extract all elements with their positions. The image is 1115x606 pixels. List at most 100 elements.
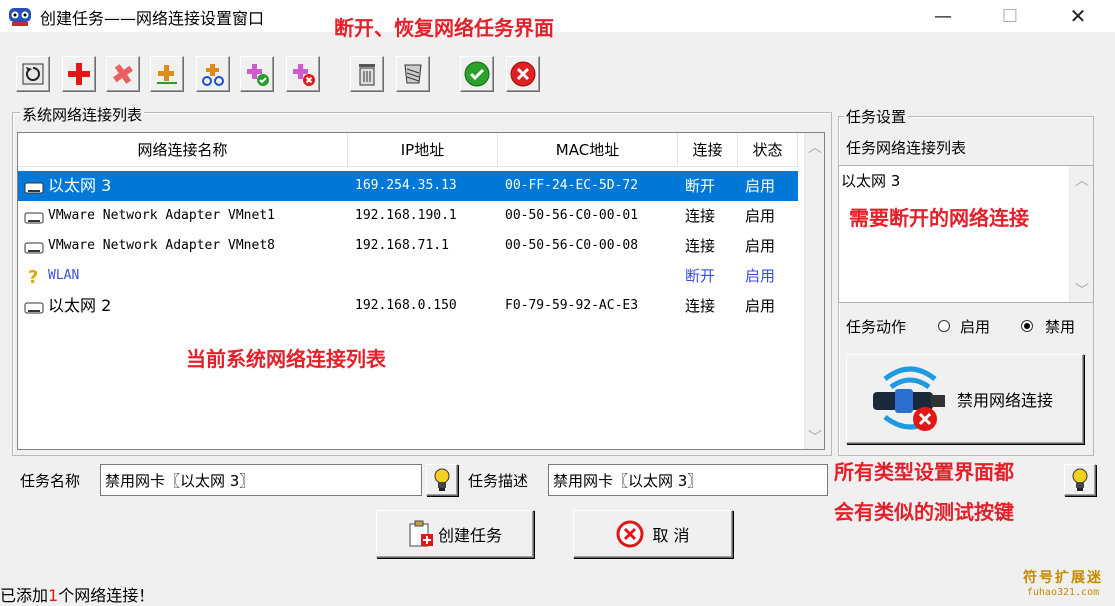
test-desc-button[interactable]	[1064, 464, 1096, 496]
task-desc-input[interactable]: 禁用网卡〖以太网 3〗	[548, 464, 828, 496]
refresh-button[interactable]	[16, 56, 50, 92]
column-header-connection[interactable]: 连接	[678, 133, 738, 167]
plus-cross-icon	[293, 64, 315, 86]
delete-button[interactable]	[350, 56, 384, 92]
disable-network-icon	[873, 366, 945, 431]
system-list-group-label: 系统网络连接列表	[20, 104, 145, 125]
task-list-label: 任务网络连接列表	[846, 139, 967, 157]
plus-icon	[68, 63, 90, 85]
column-header-ip[interactable]: IP地址	[348, 133, 498, 167]
annotation-top: 断开、恢复网络任务界面	[334, 16, 554, 40]
annotation-bottom-line1: 所有类型设置界面都	[834, 460, 1014, 484]
annotation-bottom-line2: 会有类似的测试按键	[834, 500, 1014, 524]
table-row[interactable]: ? WLAN 断开 启用	[18, 261, 798, 291]
maximize-button[interactable]: ☐	[987, 0, 1033, 32]
row-ip: 169.254.35.13	[355, 178, 457, 193]
task-name-input[interactable]: 禁用网卡〖以太网 3〗	[100, 464, 422, 496]
column-header-status[interactable]: 状态	[738, 133, 798, 167]
confirm-button[interactable]	[460, 56, 494, 92]
cancel-toolbar-button[interactable]	[506, 56, 540, 92]
plus-hatched-icon	[113, 64, 133, 84]
list-scrollbar[interactable]: ︿ ﹀	[804, 133, 824, 449]
add-enable-button[interactable]	[240, 56, 274, 92]
add-disable-button[interactable]	[286, 56, 320, 92]
ethernet-icon	[24, 231, 44, 261]
add-network-button[interactable]	[196, 56, 230, 92]
add-alt-button[interactable]	[106, 56, 140, 92]
list-item[interactable]: 以太网 3	[841, 170, 900, 191]
row-name: VMware Network Adapter VMnet1	[48, 208, 275, 223]
create-task-label: 创建任务	[437, 526, 502, 545]
row-name: 以太网 3	[48, 176, 112, 195]
status-prefix: 已添加	[0, 586, 49, 605]
scroll-down-icon[interactable]: ﹀	[805, 427, 824, 447]
add-button[interactable]	[62, 56, 96, 92]
row-status: 启用	[745, 237, 776, 255]
network-globe-icon	[8, 5, 32, 27]
radio-disable-label[interactable]: 禁用	[1045, 316, 1075, 337]
row-connection: 断开	[685, 267, 716, 285]
row-ip: 192.168.71.1	[355, 238, 449, 253]
cancel-button[interactable]: 取 消	[573, 510, 733, 558]
row-name: 以太网 2	[48, 296, 112, 315]
task-list-scrollbar[interactable]: ︿ ﹀	[1069, 166, 1093, 302]
broom-icon	[404, 64, 422, 84]
clear-button[interactable]	[396, 56, 430, 92]
window-title: 创建任务——网络连接设置窗口	[40, 9, 265, 28]
table-row[interactable]: VMware Network Adapter VMnet8 192.168.71…	[18, 231, 798, 261]
column-header-name[interactable]: 网络连接名称	[18, 133, 348, 167]
create-task-button[interactable]: 创建任务	[376, 510, 534, 558]
scroll-down-icon[interactable]: ﹀	[1070, 280, 1093, 300]
watermark-url: fuhao321.com	[1026, 587, 1100, 598]
add-small-button[interactable]	[150, 56, 184, 92]
network-add-icon	[202, 64, 224, 86]
annotation-right: 需要断开的网络连接	[849, 206, 1029, 230]
check-circle-icon	[464, 61, 490, 87]
plus-small-icon	[157, 65, 177, 84]
radio-enable-label[interactable]: 启用	[960, 316, 990, 337]
task-settings-group-label: 任务设置	[844, 106, 909, 127]
column-header-mac[interactable]: MAC地址	[498, 133, 678, 167]
disable-network-button-label: 禁用网络连接	[957, 391, 1054, 410]
disable-network-button[interactable]: 禁用网络连接	[846, 354, 1084, 444]
row-connection: 连接	[685, 207, 716, 225]
row-mac: F0-79-59-92-AC-E3	[505, 298, 639, 313]
radio-enable[interactable]	[938, 320, 950, 332]
wireless-question-icon: ?	[26, 261, 42, 291]
scroll-up-icon[interactable]: ︿	[805, 137, 824, 157]
task-action-label: 任务动作	[846, 318, 907, 336]
plus-check-icon	[247, 64, 269, 86]
row-ip: 192.168.0.150	[355, 298, 457, 313]
cross-circle-icon	[510, 61, 536, 87]
table-row[interactable]: VMware Network Adapter VMnet1 192.168.19…	[18, 201, 798, 231]
network-list-view[interactable]: 网络连接名称 IP地址 MAC地址 连接 状态 以太网 3 169.254.35…	[17, 132, 825, 450]
ethernet-icon	[24, 171, 44, 201]
task-network-list[interactable]: 以太网 3 需要断开的网络连接 ︿ ﹀	[838, 165, 1094, 303]
refresh-icon	[22, 63, 44, 85]
row-status: 启用	[745, 297, 776, 315]
row-name: VMware Network Adapter VMnet8	[48, 238, 275, 253]
watermark-title: 符号扩展迷	[1023, 570, 1103, 586]
table-row[interactable]: 以太网 2 192.168.0.150 F0-79-59-92-AC-E3 连接…	[18, 291, 798, 321]
lightbulb-icon	[1072, 468, 1088, 491]
row-connection: 断开	[685, 177, 716, 195]
ethernet-icon	[24, 201, 44, 231]
row-connection: 连接	[685, 297, 716, 315]
close-button[interactable]: ✕	[1055, 0, 1101, 32]
status-count: 1	[48, 586, 59, 605]
row-status: 启用	[745, 207, 776, 225]
test-name-button[interactable]	[426, 464, 458, 496]
row-mac: 00-FF-24-EC-5D-72	[505, 178, 639, 193]
minimize-button[interactable]: —	[920, 0, 966, 32]
table-row[interactable]: 以太网 3 169.254.35.13 00-FF-24-EC-5D-72 断开…	[18, 171, 798, 201]
scroll-up-icon[interactable]: ︿	[1070, 170, 1093, 190]
annotation-list: 当前系统网络连接列表	[186, 347, 386, 371]
row-mac: 00-50-56-C0-00-01	[505, 208, 639, 223]
svg-text:?: ?	[28, 267, 38, 286]
row-ip: 192.168.190.1	[355, 208, 457, 223]
row-status: 启用	[745, 177, 776, 195]
row-name: WLAN	[48, 268, 80, 283]
lightbulb-icon	[434, 468, 450, 491]
radio-disable[interactable]	[1021, 320, 1033, 332]
status-text: 已添加1个网络连接！	[0, 582, 154, 606]
